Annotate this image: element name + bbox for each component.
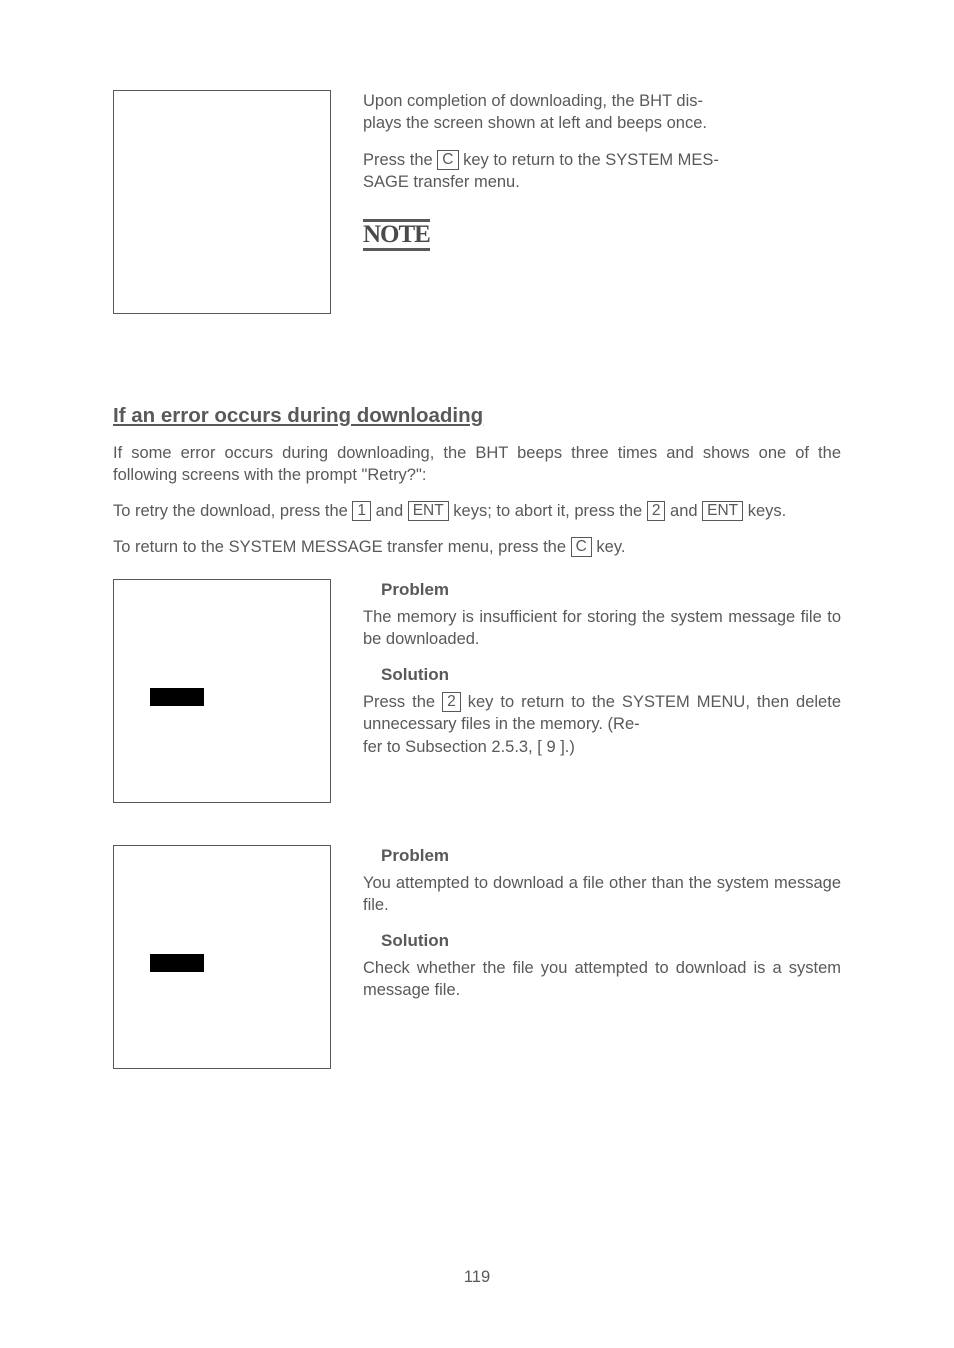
error-2-text: Problem You attempted to download a file… xyxy=(363,845,841,1069)
text: and xyxy=(371,502,408,520)
solution-heading: Solution xyxy=(381,930,841,953)
error-row-2: Problem You attempted to download a file… xyxy=(113,845,841,1069)
redacted-bar xyxy=(150,688,204,706)
text: Upon completion of downloading, the BHT … xyxy=(363,92,703,110)
text: keys; to abort it, press the xyxy=(449,502,647,520)
note-label: NOTE xyxy=(363,219,430,251)
key-2: 2 xyxy=(442,692,461,712)
screen-placeholder-3 xyxy=(113,845,331,1069)
problem-heading: Problem xyxy=(381,579,841,602)
text: key to return to the SYSTEM MES- xyxy=(459,151,719,169)
text: To return to the SYSTEM MESSAGE transfer… xyxy=(113,538,571,556)
redacted-bar xyxy=(150,954,204,972)
key-c: C xyxy=(571,537,592,557)
text: keys. xyxy=(743,502,786,520)
text: key. xyxy=(592,538,626,556)
screen-placeholder-1 xyxy=(113,90,331,314)
error-1-text: Problem The memory is insufficient for s… xyxy=(363,579,841,803)
text: plays the screen shown at left and beeps… xyxy=(363,114,707,132)
section-para-1: If some error occurs during downloading,… xyxy=(113,442,841,487)
top-paragraph-1: Upon completion of downloading, the BHT … xyxy=(363,90,841,135)
section-heading: If an error occurs during downloading xyxy=(113,402,841,430)
solution-text: Check whether the file you attempted to … xyxy=(363,957,841,1002)
top-text-block: Upon completion of downloading, the BHT … xyxy=(363,90,841,314)
solution-heading: Solution xyxy=(381,664,841,687)
top-paragraph-2: Press the C key to return to the SYSTEM … xyxy=(363,149,841,194)
problem-text: You attempted to download a file other t… xyxy=(363,872,841,917)
error-row-1: Problem The memory is insufficient for s… xyxy=(113,579,841,803)
text: To retry the download, press the xyxy=(113,502,352,520)
screen-placeholder-2 xyxy=(113,579,331,803)
text: Press the xyxy=(363,693,442,711)
key-2: 2 xyxy=(647,501,666,521)
text: and xyxy=(665,502,702,520)
problem-heading: Problem xyxy=(381,845,841,868)
page-number: 119 xyxy=(0,1266,954,1288)
top-row: Upon completion of downloading, the BHT … xyxy=(113,90,841,314)
key-ent: ENT xyxy=(408,501,449,521)
page: Upon completion of downloading, the BHT … xyxy=(0,0,954,1348)
key-ent: ENT xyxy=(702,501,743,521)
text: SAGE transfer menu. xyxy=(363,173,520,191)
text: Press the xyxy=(363,151,437,169)
solution-text: Press the 2 key to return to the SYSTEM … xyxy=(363,691,841,758)
key-c: C xyxy=(437,150,458,170)
section-para-2: To retry the download, press the 1 and E… xyxy=(113,500,841,522)
key-1: 1 xyxy=(352,501,371,521)
text: fer to Subsection 2.5.3, [ 9 ].) xyxy=(363,738,575,756)
problem-text: The memory is insufficient for storing t… xyxy=(363,606,841,651)
section-para-3: To return to the SYSTEM MESSAGE transfer… xyxy=(113,536,841,558)
